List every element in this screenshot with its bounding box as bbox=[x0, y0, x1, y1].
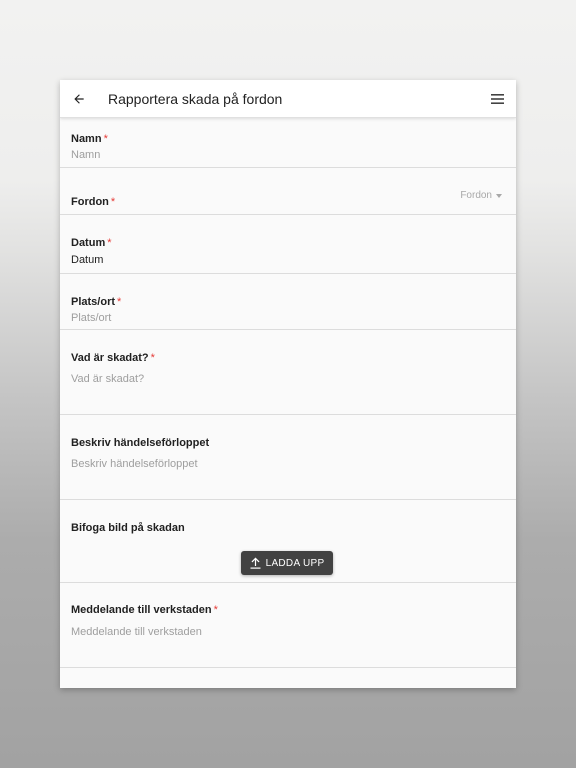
location-input[interactable]: Plats/ort bbox=[71, 312, 111, 324]
description-textarea[interactable]: Beskriv händelseförloppet bbox=[71, 458, 198, 470]
arrow-left-icon bbox=[74, 93, 84, 104]
required-marker: * bbox=[103, 133, 108, 145]
location-field[interactable]: Plats/ort * Plats/ort bbox=[60, 274, 516, 330]
photo-label: Bifoga bild på skadan bbox=[71, 522, 185, 534]
location-label: Plats/ort bbox=[71, 296, 116, 308]
required-marker: * bbox=[213, 604, 218, 616]
name-label: Namn bbox=[71, 133, 102, 145]
upload-button[interactable]: LADDA UPP bbox=[241, 551, 333, 575]
name-input[interactable]: Namn bbox=[71, 149, 100, 161]
vehicle-select-value: Fordon bbox=[460, 190, 492, 201]
date-input[interactable]: Datum bbox=[71, 254, 103, 266]
required-marker: * bbox=[110, 196, 116, 208]
upload-icon bbox=[250, 557, 261, 569]
description-label: Beskriv händelseförloppet bbox=[71, 437, 210, 449]
photo-field: Bifoga bild på skadan LADDA UPP bbox=[60, 500, 516, 583]
required-marker: * bbox=[107, 237, 112, 249]
menu-button[interactable] bbox=[478, 80, 516, 118]
vehicle-label: Fordon bbox=[71, 196, 109, 208]
vehicle-field[interactable]: Fordon * Fordon bbox=[60, 168, 516, 215]
app-bar: Rapportera skada på fordon bbox=[60, 80, 516, 118]
date-label: Datum bbox=[71, 237, 106, 249]
message-textarea[interactable]: Meddelande till verkstaden bbox=[71, 626, 202, 638]
caret-down-icon bbox=[496, 193, 502, 198]
message-label: Meddelande till verkstaden bbox=[71, 604, 212, 616]
date-field[interactable]: Datum * Datum bbox=[60, 215, 516, 274]
page-title: Rapportera skada på fordon bbox=[108, 90, 283, 107]
name-field[interactable]: Namn * Namn bbox=[60, 118, 516, 168]
required-marker: * bbox=[117, 296, 122, 308]
damage-field[interactable]: Vad är skadat? * Vad är skadat? bbox=[60, 330, 516, 415]
back-button[interactable] bbox=[60, 80, 98, 118]
hamburger-menu-icon bbox=[490, 93, 504, 104]
damage-label: Vad är skadat? bbox=[71, 352, 149, 364]
required-marker: * bbox=[150, 352, 155, 364]
message-field[interactable]: Meddelande till verkstaden * Meddelande t… bbox=[60, 583, 516, 668]
vehicle-select[interactable]: Fordon bbox=[460, 190, 502, 201]
damage-textarea[interactable]: Vad är skadat? bbox=[71, 373, 144, 385]
upload-button-label: LADDA UPP bbox=[265, 557, 325, 569]
description-field[interactable]: Beskriv händelseförloppet Beskriv händel… bbox=[60, 415, 516, 500]
report-form-card: Rapportera skada på fordon Namn * Namn Fo… bbox=[60, 80, 516, 688]
